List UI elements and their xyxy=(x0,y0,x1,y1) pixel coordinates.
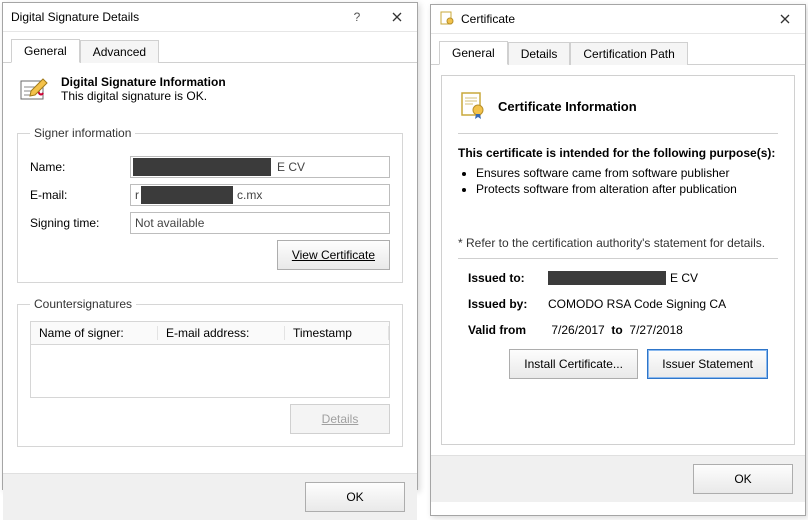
countersignatures-legend: Countersignatures xyxy=(30,297,136,311)
info-heading: Digital Signature Information xyxy=(61,75,226,89)
signing-time-value: Not available xyxy=(135,216,204,230)
email-value-suffix: c.mx xyxy=(237,188,262,202)
refer-note: * Refer to the certification authority's… xyxy=(458,236,778,250)
email-value-prefix: r xyxy=(135,188,139,202)
tab-details[interactable]: Details xyxy=(508,42,571,65)
issuer-statement-button[interactable]: Issuer Statement xyxy=(647,349,768,379)
window-title: Certificate xyxy=(461,12,765,26)
install-certificate-button[interactable]: Install Certificate... xyxy=(509,349,638,379)
certificate-icon xyxy=(458,90,488,123)
titlebar: Digital Signature Details ? xyxy=(3,3,417,32)
certificate-dialog: Certificate General Details Certificatio… xyxy=(430,4,806,516)
name-value-suffix: E CV xyxy=(277,160,305,174)
details-button: Details xyxy=(290,404,390,434)
tab-certification-path[interactable]: Certification Path xyxy=(570,42,687,65)
col-timestamp[interactable]: Timestamp xyxy=(285,326,389,340)
col-email-address[interactable]: E-mail address: xyxy=(158,326,285,340)
col-name-of-signer[interactable]: Name of signer: xyxy=(31,326,158,340)
tab-general[interactable]: General xyxy=(11,39,80,63)
name-label: Name: xyxy=(30,160,130,174)
email-label: E-mail: xyxy=(30,188,130,202)
tab-advanced[interactable]: Advanced xyxy=(80,40,159,63)
signing-time-field[interactable]: Not available xyxy=(130,212,390,234)
issued-by-value: COMODO RSA Code Signing CA xyxy=(548,297,726,311)
certificate-panel: Certificate Information This certificate… xyxy=(441,75,795,445)
signer-information-legend: Signer information xyxy=(30,126,135,140)
name-field[interactable]: E CV xyxy=(130,156,390,178)
signing-time-label: Signing time: xyxy=(30,216,130,230)
signer-information-group: Signer information Name: E CV E-mail: r … xyxy=(17,126,403,283)
window-title: Digital Signature Details xyxy=(11,10,337,24)
info-status: This digital signature is OK. xyxy=(61,89,226,103)
tabstrip: General Advanced xyxy=(3,32,417,63)
ok-button[interactable]: OK xyxy=(305,482,405,512)
tabstrip: General Details Certification Path xyxy=(431,34,805,65)
view-certificate-button[interactable]: View Certificate xyxy=(277,240,390,270)
issued-to-label: Issued to: xyxy=(468,271,548,285)
purpose-list: Ensures software came from software publ… xyxy=(476,166,778,196)
countersignatures-header: Name of signer: E-mail address: Timestam… xyxy=(30,321,390,345)
certificate-titlebar-icon xyxy=(439,10,455,29)
issued-to-value: E CV xyxy=(548,271,698,285)
certificate-heading: Certificate Information xyxy=(498,99,637,114)
signature-icon xyxy=(17,75,51,112)
ok-button[interactable]: OK xyxy=(693,464,793,494)
valid-from-label: Valid from xyxy=(468,323,548,337)
purpose-item: Protects software from alteration after … xyxy=(476,182,778,196)
digital-signature-dialog: Digital Signature Details ? General Adva… xyxy=(2,2,418,490)
titlebar: Certificate xyxy=(431,5,805,34)
email-field[interactable]: r c.mx xyxy=(130,184,390,206)
purpose-heading: This certificate is intended for the fol… xyxy=(458,146,778,160)
validity-value: 7/26/2017 to 7/27/2018 xyxy=(548,323,683,337)
countersignatures-list[interactable] xyxy=(30,345,390,398)
help-button[interactable]: ? xyxy=(337,3,377,31)
issued-by-label: Issued by: xyxy=(468,297,548,311)
tab-general[interactable]: General xyxy=(439,41,508,65)
countersignatures-group: Countersignatures Name of signer: E-mail… xyxy=(17,297,403,447)
close-button[interactable] xyxy=(765,5,805,33)
purpose-item: Ensures software came from software publ… xyxy=(476,166,778,180)
close-button[interactable] xyxy=(377,3,417,31)
